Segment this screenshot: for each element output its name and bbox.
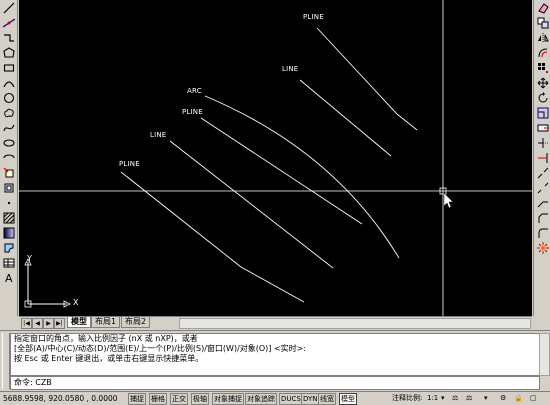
prev-tab-button[interactable]: ◀	[32, 318, 43, 329]
ortho-toggle[interactable]: 正交	[170, 393, 188, 405]
entity-label-line-right: LINE	[282, 65, 299, 73]
annotation-scale-label: 注释比例:	[392, 394, 423, 402]
revcloud-icon[interactable]	[1, 106, 16, 120]
rotate-icon[interactable]	[535, 91, 550, 105]
entity-label-arc: ARC	[187, 87, 202, 95]
mirror-icon[interactable]	[535, 31, 550, 45]
dyn-toggle[interactable]: DYN	[301, 393, 320, 405]
circle-icon[interactable]	[1, 91, 16, 105]
tab-model[interactable]: 模型	[67, 317, 91, 328]
layout-tabs-bar: |◀ ◀ ▶ ▶| 模型 布局1 布局2	[19, 316, 532, 329]
chevron-down-icon[interactable]: ▾	[441, 393, 445, 404]
pline-entity-bottom	[120, 171, 305, 303]
erase-icon[interactable]	[535, 1, 550, 15]
move-icon[interactable]	[535, 76, 550, 90]
status-bar: 5688.9598, 920.0580 , 0.0000 捕捉 栅格 正交 极轴…	[0, 391, 550, 405]
polyline-icon[interactable]	[1, 31, 16, 45]
drawing-entities	[19, 0, 532, 316]
chevron-down-icon[interactable]: ▾	[484, 393, 488, 404]
otrack-toggle[interactable]: 对象追踪	[245, 393, 277, 405]
entity-label-pline-bottom: PLINE	[119, 160, 140, 168]
entity-label-line-left: LINE	[150, 131, 167, 139]
arc-icon[interactable]	[1, 76, 16, 90]
snap-toggle[interactable]: 捕捉	[128, 393, 146, 405]
copy-icon[interactable]	[535, 16, 550, 30]
polar-toggle[interactable]: 极轴	[191, 393, 209, 405]
rectangle-icon[interactable]	[1, 61, 16, 75]
annotation-visibility-icon[interactable]: ⚖	[452, 393, 458, 404]
line-entity-left	[169, 140, 334, 269]
array-icon[interactable]	[535, 61, 550, 75]
hatch-icon[interactable]	[1, 211, 16, 225]
first-tab-button[interactable]: |◀	[21, 318, 32, 329]
ducs-toggle[interactable]: DUCS	[279, 393, 303, 405]
break-icon[interactable]	[535, 181, 550, 195]
entity-label-pline-middle: PLINE	[182, 108, 203, 116]
command-history-line: 按 Esc 或 Enter 键退出，或单击右键显示快捷菜单。	[14, 354, 204, 363]
point-icon[interactable]	[1, 196, 16, 210]
grid-toggle[interactable]: 栅格	[149, 393, 167, 405]
command-scrollbar[interactable]	[539, 333, 550, 376]
modify-toolbar	[533, 0, 550, 316]
tab-layout2[interactable]: 布局2	[121, 317, 151, 328]
line-entity-right	[299, 79, 392, 157]
command-prompt-text: 命令: CZB	[14, 378, 52, 387]
spline-icon[interactable]	[1, 121, 16, 135]
command-history: 指定窗口的角点，输入比例因子 (nX 或 nXP)，或者 [全部(A)/中心(C…	[10, 333, 540, 376]
join-icon[interactable]	[535, 196, 550, 210]
command-history-line: 指定窗口的角点，输入比例因子 (nX 或 nXP)，或者	[14, 334, 198, 343]
drawing-area[interactable]: PLINE LINE ARC PLINE LINE PLINE Y X	[19, 0, 532, 316]
scale-icon[interactable]	[535, 106, 550, 120]
chamfer-icon[interactable]	[535, 211, 550, 225]
extend-icon[interactable]	[535, 151, 550, 165]
lock-icon[interactable]: 🔒	[514, 393, 523, 404]
construction-line-icon[interactable]	[1, 16, 16, 30]
insert-block-icon[interactable]	[1, 166, 16, 180]
clean-screen-icon[interactable]: ▢	[530, 393, 537, 404]
ellipse-arc-icon[interactable]	[1, 151, 16, 165]
tab-layout1[interactable]: 布局1	[91, 317, 121, 328]
fillet-icon[interactable]	[535, 226, 550, 240]
pline-entity-middle	[200, 117, 363, 225]
gradient-icon[interactable]	[1, 226, 16, 240]
table-icon[interactable]	[1, 256, 16, 270]
ucs-icon: Y X	[23, 254, 83, 313]
last-tab-button[interactable]: ▶|	[54, 318, 65, 329]
svg-text:A: A	[5, 272, 13, 284]
coordinate-readout: 5688.9598, 920.0580 , 0.0000	[3, 394, 118, 403]
trim-icon[interactable]	[535, 136, 550, 150]
ucs-y-label: Y	[27, 254, 33, 263]
tray-settings-icon[interactable]: ⚙	[500, 393, 506, 404]
ellipse-icon[interactable]	[1, 136, 16, 150]
next-tab-button[interactable]: ▶	[43, 318, 54, 329]
command-history-line: [全部(A)/中心(C)/动态(D)/范围(E)/上一个(P)/比例(S)/窗口…	[14, 344, 307, 353]
break-at-point-icon[interactable]	[535, 166, 550, 180]
make-block-icon[interactable]	[1, 181, 16, 195]
ucs-x-label: X	[73, 298, 79, 307]
command-input[interactable]: 命令: CZB	[10, 376, 540, 390]
arc-entity	[204, 95, 400, 259]
pline-entity-top	[316, 27, 418, 131]
polygon-icon[interactable]	[1, 46, 16, 60]
explode-icon[interactable]	[535, 241, 550, 255]
command-window-grip[interactable]	[2, 333, 10, 389]
lineweight-toggle[interactable]: 线宽	[318, 393, 336, 405]
draw-toolbar: A	[0, 0, 18, 316]
auto-scale-icon[interactable]: ⚖	[466, 393, 472, 404]
multiline-text-icon[interactable]: A	[1, 271, 16, 285]
line-icon[interactable]	[1, 1, 16, 15]
arrow-cursor-icon	[443, 192, 454, 209]
command-window: 指定窗口的角点，输入比例因子 (nX 或 nXP)，或者 [全部(A)/中心(C…	[0, 330, 550, 391]
osnap-toggle[interactable]: 对象捕捉	[212, 393, 244, 405]
region-icon[interactable]	[1, 241, 16, 255]
offset-icon[interactable]	[535, 46, 550, 60]
horizontal-scrollbar[interactable]	[179, 318, 531, 329]
entity-label-pline-top: PLINE	[303, 13, 324, 21]
stretch-icon[interactable]	[535, 121, 550, 135]
model-toggle[interactable]: 模型	[339, 393, 357, 405]
annotation-scale-value[interactable]: 1:1	[427, 393, 438, 404]
